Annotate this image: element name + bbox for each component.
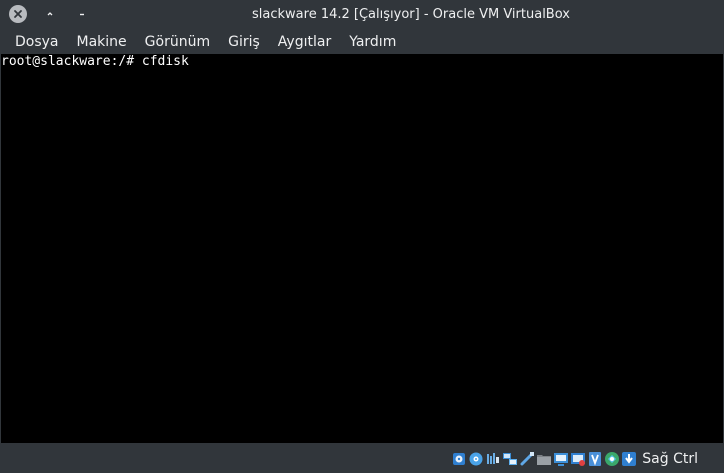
window-title: slackware 14.2 [Çalışıyor] - Oracle VM V… bbox=[252, 7, 570, 22]
menu-dosya[interactable]: Dosya bbox=[6, 31, 68, 53]
display-icon[interactable] bbox=[553, 451, 569, 467]
console-prompt-line: root@slackware:/# cfdisk bbox=[1, 54, 189, 69]
menu-gorunum[interactable]: Görünüm bbox=[136, 31, 219, 53]
hard-disk-icon[interactable] bbox=[451, 451, 467, 467]
mouse-integration-icon[interactable] bbox=[604, 451, 620, 467]
usb-icon[interactable] bbox=[519, 451, 535, 467]
video-capture-icon[interactable] bbox=[570, 451, 586, 467]
shared-folders-icon[interactable] bbox=[536, 451, 552, 467]
host-key-label: Sağ Ctrl bbox=[642, 451, 698, 467]
optical-drive-icon[interactable] bbox=[468, 451, 484, 467]
menu-giris[interactable]: Giriş bbox=[219, 31, 269, 53]
menu-bar: Dosya Makine Görünüm Giriş Aygıtlar Yard… bbox=[0, 30, 724, 54]
virtualization-icon[interactable] bbox=[587, 451, 603, 467]
menu-makine[interactable]: Makine bbox=[68, 31, 136, 53]
vm-console-screen[interactable]: root@slackware:/# cfdisk bbox=[1, 54, 723, 443]
audio-icon[interactable] bbox=[485, 451, 501, 467]
menu-yardim[interactable]: Yardım bbox=[340, 31, 405, 53]
status-bar: Sağ Ctrl bbox=[0, 445, 724, 473]
virtualbox-window: slackware 14.2 [Çalışıyor] - Oracle VM V… bbox=[0, 0, 724, 473]
menu-aygitlar[interactable]: Aygıtlar bbox=[269, 31, 340, 53]
title-bar[interactable]: slackware 14.2 [Çalışıyor] - Oracle VM V… bbox=[0, 0, 724, 29]
network-icon[interactable] bbox=[502, 451, 518, 467]
keyboard-capture-icon[interactable] bbox=[621, 451, 637, 467]
device-tray: Sağ Ctrl bbox=[451, 450, 698, 468]
